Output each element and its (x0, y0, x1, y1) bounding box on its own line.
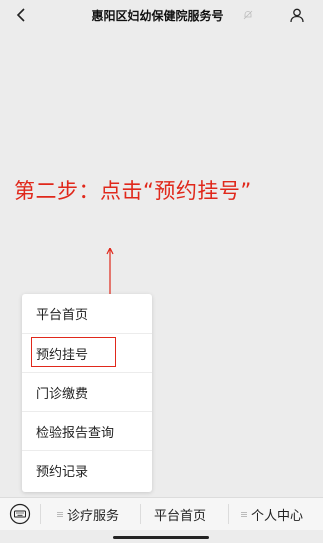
person-icon (290, 8, 304, 23)
page-title: 惠阳区妇幼保健院服务号 (91, 9, 224, 23)
service-menu: 平台首页 预约挂号 门诊缴费 检验报告查询 预约记录 (22, 294, 152, 492)
menu-lines-icon (241, 511, 247, 518)
divider (40, 504, 41, 524)
back-button[interactable] (12, 5, 30, 25)
bottom-item-label: 平台首页 (154, 508, 207, 524)
home-indicator (113, 536, 209, 539)
bottom-item-label: 诊疗服务 (67, 508, 120, 524)
divider (228, 504, 229, 524)
highlight-box (31, 337, 116, 367)
bottom-item-personal-center[interactable]: 个人中心 (241, 498, 303, 530)
chevron-left-icon (16, 8, 25, 22)
divider (140, 504, 141, 524)
instruction-text: 第二步：点击“预约挂号” (14, 179, 252, 203)
bottom-item-clinic-services[interactable]: 诊疗服务 (57, 498, 119, 530)
menu-lines-icon (57, 511, 63, 518)
menu-item-appointment-records[interactable]: 预约记录 (22, 450, 152, 489)
bottom-item-platform-home[interactable]: 平台首页 (154, 498, 206, 530)
menu-item-platform-home[interactable]: 平台首页 (22, 294, 152, 333)
profile-button[interactable] (287, 5, 307, 25)
menu-item-lab-report[interactable]: 检验报告查询 (22, 411, 152, 450)
menu-item-outpatient-payment[interactable]: 门诊缴费 (22, 372, 152, 411)
header-bar: 惠阳区妇幼保健院服务号 (0, 0, 323, 32)
keyboard-icon[interactable] (9, 503, 31, 525)
bottom-menu-bar: 诊疗服务 平台首页 个人中心 (0, 497, 323, 530)
bell-mute-icon (243, 10, 253, 20)
bottom-item-label: 个人中心 (251, 508, 304, 524)
